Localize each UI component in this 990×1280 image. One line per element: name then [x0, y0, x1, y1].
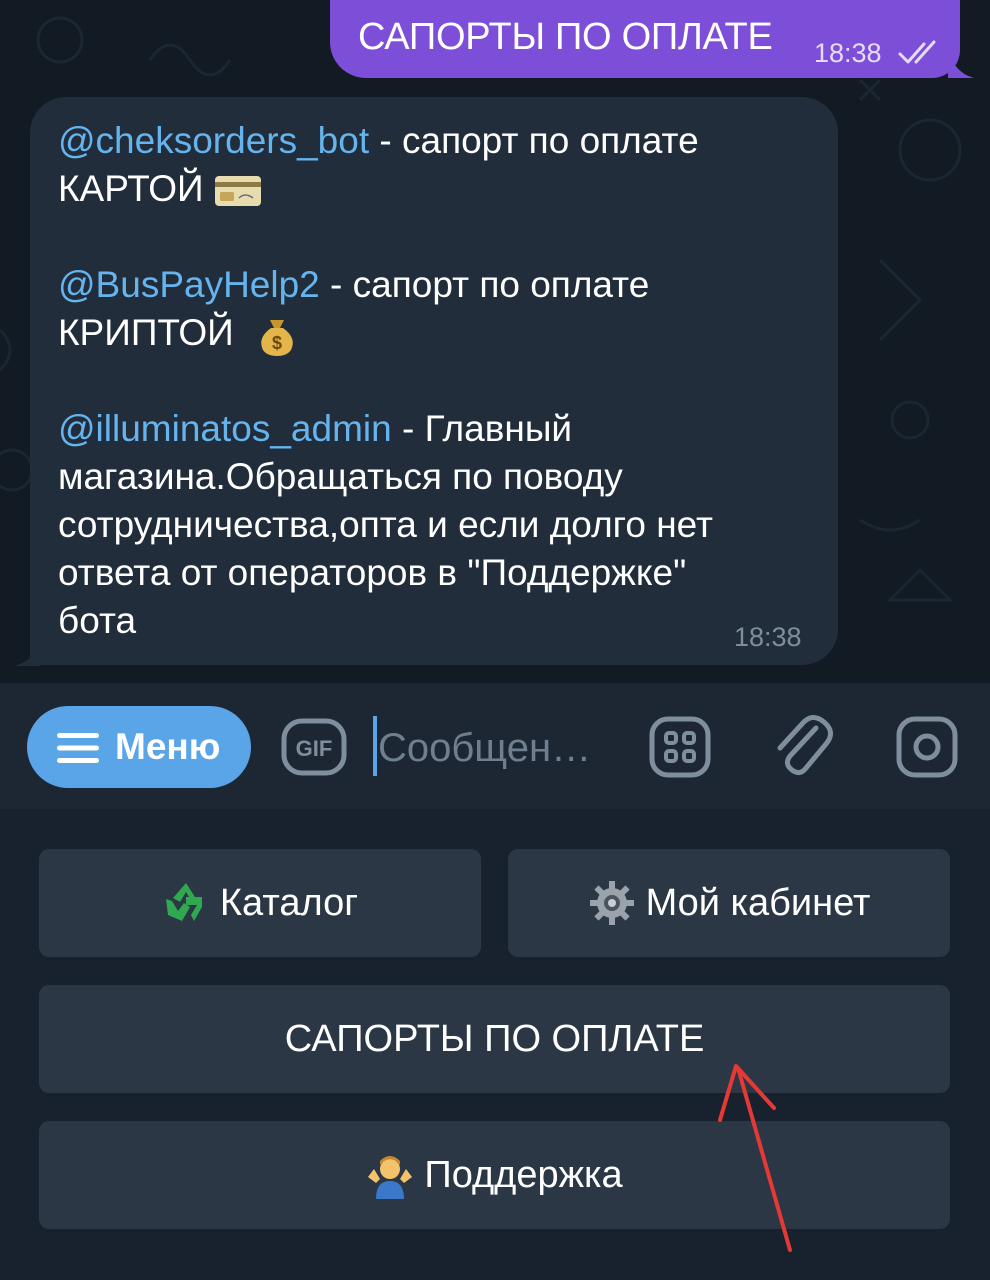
line-text: сотрудничества,опта и если долго нет — [58, 504, 713, 545]
line-text: КРИПТОЙ — [58, 312, 234, 353]
incoming-message-time: 18:38 — [734, 622, 802, 652]
message-input[interactable] — [378, 718, 618, 778]
mention-link[interactable]: @illuminatos_admin — [58, 408, 392, 449]
line-text: - сапорт по оплате — [369, 120, 699, 161]
message-line: магазина.Обращаться по поводу — [58, 453, 818, 501]
outgoing-message-time: 18:38 — [814, 38, 882, 68]
catalog-button[interactable]: Каталог — [39, 849, 481, 957]
my-cabinet-label: Мой кабинет — [645, 881, 871, 924]
line-text: ответа от операторов в "Поддержке" — [58, 552, 687, 593]
message-line: КРИПТОЙ $ — [58, 309, 818, 357]
svg-text:$: $ — [272, 333, 282, 353]
message-line: @cheksorders_bot - сапорт по оплате — [58, 117, 818, 165]
message-line: бота — [58, 597, 818, 645]
outgoing-bubble-tail — [948, 46, 974, 78]
sticker-emoji-icon[interactable] — [649, 716, 711, 778]
mention-link[interactable]: @BusPayHelp2 — [58, 264, 320, 305]
line-text: - Главный — [391, 408, 573, 449]
menu-button-label: Меню — [115, 726, 221, 767]
paperclip-icon[interactable] — [772, 712, 834, 782]
camera-icon[interactable] — [896, 716, 958, 778]
double-check-icon — [898, 40, 936, 64]
chat-background: САПОРТЫ ПО ОПЛАТЕ 18:38 @cheksorders_bot… — [0, 0, 990, 683]
hamburger-icon — [57, 733, 99, 763]
incoming-message-text: @cheksorders_bot - сапорт по оплате КАРТ… — [58, 117, 818, 645]
message-line: сотрудничества,опта и если долго нет — [58, 501, 818, 549]
my-cabinet-button[interactable]: Мой кабинет — [508, 849, 950, 957]
support-button[interactable]: Поддержка — [39, 1121, 950, 1229]
payment-support-button[interactable]: САПОРТЫ ПО ОПЛАТЕ — [39, 985, 950, 1093]
mention-link[interactable]: @cheksorders_bot — [58, 120, 369, 161]
message-line: ответа от операторов в "Поддержке" — [58, 549, 818, 597]
gif-icon[interactable]: GIF — [281, 718, 347, 776]
person-shrugging-icon — [368, 1156, 413, 1199]
support-label: Поддержка — [424, 1153, 623, 1196]
catalog-label: Каталог — [219, 881, 359, 924]
recycle-icon — [165, 883, 202, 921]
credit-card-icon — [214, 176, 261, 207]
message-line: КАРТОЙ — [58, 165, 818, 213]
money-bag-icon: $ — [260, 320, 293, 357]
gif-icon-label: GIF — [296, 736, 333, 761]
line-text: КАРТОЙ — [58, 168, 204, 209]
text-caret — [373, 716, 377, 776]
message-line: @BusPayHelp2 - сапорт по оплате — [58, 261, 818, 309]
incoming-bubble-tail — [14, 640, 40, 666]
line-text: - сапорт по оплате — [319, 264, 650, 305]
payment-support-label: САПОРТЫ ПО ОПЛАТЕ — [284, 1017, 705, 1060]
line-text: бота — [58, 600, 137, 641]
message-line: @illuminatos_admin - Главный — [58, 405, 818, 453]
gear-icon — [589, 881, 634, 925]
line-text: магазина.Обращаться по поводу — [58, 456, 623, 497]
outgoing-message-text: САПОРТЫ ПО ОПЛАТЕ — [358, 16, 773, 58]
